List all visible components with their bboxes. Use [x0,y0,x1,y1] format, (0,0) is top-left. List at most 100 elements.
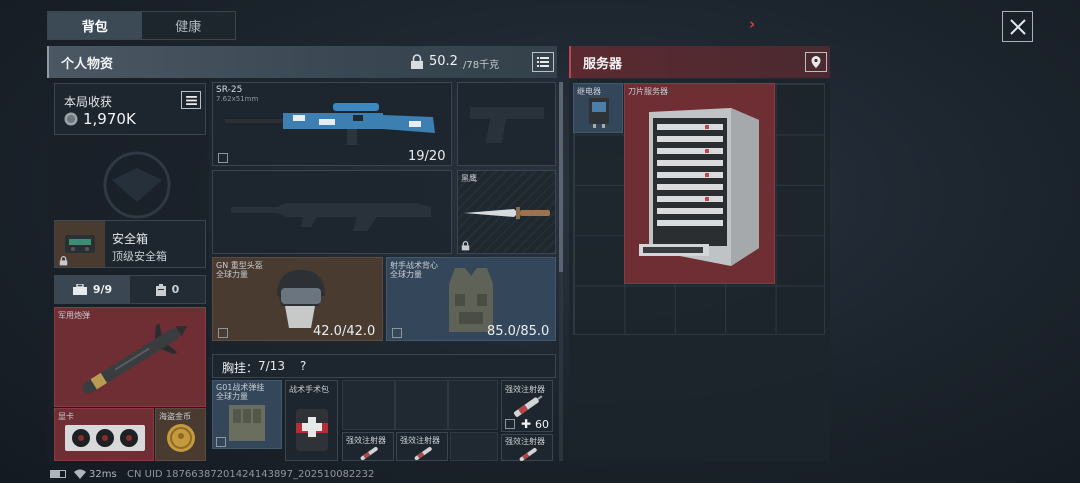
chest-rig-help[interactable]: ? [300,359,306,373]
coin-label: 海盗金币 [159,412,191,421]
earnings-card: 本局收获 1,970K [54,83,206,135]
injector-slot[interactable]: 强效注射器 [342,432,394,461]
scrollbar-track[interactable] [559,82,563,461]
injector-slot[interactable]: 强效注射器 [501,434,553,461]
lock-icon [59,256,68,266]
helmet-icon [277,270,325,328]
rig-item-slot[interactable]: G01战术弹挂 全球力量 [212,380,282,449]
injector-label: 强效注射器 [346,436,386,445]
primary-weapon-slot[interactable]: SR-25 7.62x51mm 19/20 [212,82,452,166]
injector-count: 60 [535,418,549,431]
relay-icon [589,98,609,128]
list-icon [185,95,197,105]
container-icon [155,283,166,296]
safe-box-image [55,221,105,267]
medkit-label: 战术手术包 [289,385,329,394]
injector-slot[interactable]: 强效注射器 [396,432,448,461]
vest-durability: 85.0/85.0 [487,324,550,339]
vest-name: 射手战术背心 [390,261,438,270]
chest-rig-label: 胸挂： [222,361,259,375]
medkit-icon [296,409,328,451]
map-pin-icon [811,56,821,68]
unbind-icon [392,328,402,338]
coin-icon [64,112,78,126]
injector-label: 强效注射器 [505,385,545,394]
weight-value: 50.2 [429,54,458,69]
locate-button[interactable] [805,52,827,72]
uid-text: CN UID 18766387201424143897_202510082232 [127,469,375,480]
injector-label: 强效注射器 [505,437,545,446]
tab-container-items[interactable]: 0 [130,276,205,303]
wifi-icon [74,469,86,479]
missile-icon [82,323,187,394]
top-tabs: 背包 健康 [47,11,236,40]
knife-slot[interactable]: 黑鹰 [457,170,556,254]
blade-server-label: 刀片服务器 [628,87,668,96]
rig-item-label: G01战术弹挂 [216,383,265,392]
missile-slot[interactable]: 军用炮弹 [54,307,206,407]
pistol-slot[interactable] [457,82,556,166]
pistol-silhouette-icon [470,107,544,143]
inventory-tabs: 9/9 0 [54,275,206,304]
rifle-silhouette-icon [231,203,431,231]
knife-icon [464,207,550,219]
safe-box-title: 安全箱 [112,232,149,246]
helmet-slot[interactable]: GN 重型头盔 全球力量 42.0/42.0 [212,257,383,341]
chest-rig-bar[interactable]: 胸挂： 7/13 ? [212,354,556,378]
tab-health[interactable]: 健康 [142,12,236,39]
coin-slot[interactable]: 海盗金币 [155,408,206,461]
safe-box-sub: 顶级安全箱 [112,250,167,263]
chest-rig-value: 7/13 [258,359,285,373]
weapon-name: SR-25 [216,85,243,95]
close-icon [1009,18,1026,35]
unbind-icon [218,153,228,163]
plus-icon: ✚ [521,417,532,431]
briefcase-icon [72,284,87,295]
rig-empty-slot[interactable] [395,380,448,430]
relay-label: 继电器 [577,87,601,96]
injector-icon [519,447,537,461]
sort-button[interactable] [532,52,554,72]
backpack-count: 9/9 [92,283,113,296]
helmet-name: GN 重型头盔 [216,261,263,270]
earnings-list-button[interactable] [181,91,201,109]
close-button[interactable] [1002,11,1033,42]
secondary-weapon-slot[interactable] [212,170,452,254]
medkit-slot[interactable]: 战术手术包 [285,380,338,461]
pirate-coin-icon [167,424,195,452]
rig-empty-slot[interactable] [448,380,498,430]
gpu-slot[interactable]: 显卡 [54,408,154,461]
rig-empty-slot[interactable] [342,380,395,430]
safe-box-slot[interactable]: 安全箱 顶级安全箱 [54,220,206,268]
earnings-label: 本局收获 [64,95,113,109]
unbind-icon [505,419,515,429]
scrollbar-thumb[interactable] [559,82,563,272]
safe-box-icon [65,235,95,253]
weapon-ammo: 19/20 [408,149,446,164]
weight-max: /78千克 [463,60,500,71]
earnings-value: 1,970K [83,110,136,128]
tab-backpack-items[interactable]: 9/9 [55,276,130,303]
injector-icon [513,395,543,417]
helmet-sub: 全球力量 [216,270,248,279]
vest-sub: 全球力量 [390,270,422,279]
injector-icon [360,446,378,460]
blade-server-slot[interactable]: 刀片服务器 [624,83,775,284]
weight-lock-icon [411,54,423,69]
knife-label: 黑鹰 [461,174,477,183]
container-count: 0 [171,283,180,296]
helmet-durability: 42.0/42.0 [313,324,376,339]
injector-slot[interactable]: 强效注射器 ✚ 60 [501,380,553,432]
relay-slot[interactable]: 继电器 [573,83,623,133]
chest-rig-grid: G01战术弹挂 全球力量 战术手术包 强效注射器 ✚ 60 强效注射器 强效注射… [212,380,556,461]
personal-header: 个人物资 50.2 /78千克 [47,46,557,78]
tab-backpack[interactable]: 背包 [48,12,142,39]
chest-rig-icon [229,405,265,441]
blade-server-icon [639,108,759,266]
ping-text: 32ms [89,469,117,480]
chevron-right-icon[interactable]: › [749,15,755,33]
list-icon [537,57,549,67]
personal-title: 个人物资 [61,56,114,72]
rig-empty-slot[interactable] [450,432,498,461]
vest-slot[interactable]: 射手战术背心 全球力量 85.0/85.0 [386,257,556,341]
